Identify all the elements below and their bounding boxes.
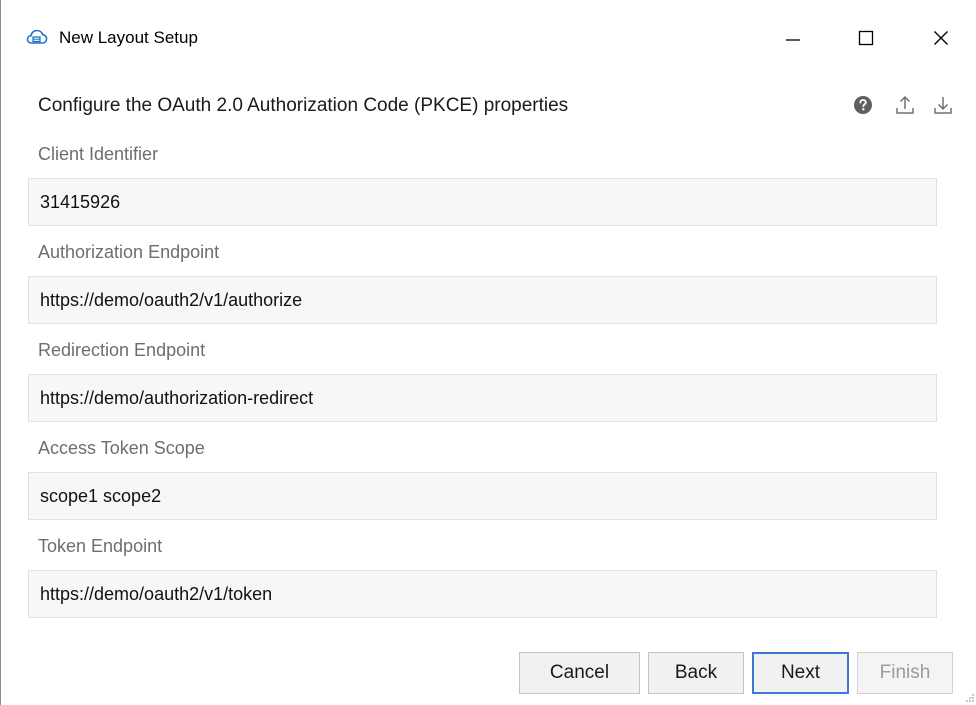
- help-button[interactable]: [852, 93, 874, 117]
- resize-grip-icon[interactable]: [963, 691, 975, 703]
- next-button[interactable]: Next: [752, 652, 849, 694]
- client-identifier-input[interactable]: [28, 178, 937, 226]
- maximize-icon: [858, 30, 874, 45]
- upload-icon: [896, 95, 914, 114]
- client-identifier-label: Client Identifier: [38, 144, 159, 164]
- help-icon: [854, 96, 872, 114]
- redirection-endpoint-label: Redirection Endpoint: [38, 340, 206, 360]
- page-heading: Configure the OAuth 2.0 Authorization Co…: [38, 95, 569, 116]
- cloud-app-icon: [26, 29, 48, 44]
- close-button[interactable]: [912, 0, 970, 75]
- access-token-scope-input[interactable]: [28, 472, 937, 520]
- cancel-button[interactable]: Cancel: [519, 652, 640, 694]
- access-token-scope-label: Access Token Scope: [38, 438, 205, 458]
- title-bar: New Layout Setup: [1, 0, 976, 75]
- minimize-icon: [786, 38, 800, 41]
- back-button[interactable]: Back: [648, 652, 744, 694]
- authorization-endpoint-label: Authorization Endpoint: [38, 242, 220, 262]
- redirection-endpoint-input[interactable]: [28, 374, 937, 422]
- maximize-button[interactable]: [837, 0, 895, 75]
- download-button[interactable]: [932, 93, 954, 117]
- authorization-endpoint-input[interactable]: [28, 276, 937, 324]
- token-endpoint-label: Token Endpoint: [38, 536, 163, 556]
- minimize-button[interactable]: [764, 0, 822, 75]
- upload-button[interactable]: [894, 93, 916, 117]
- download-icon: [934, 97, 952, 114]
- token-endpoint-input[interactable]: [28, 570, 937, 618]
- new-layout-setup-dialog: New Layout Setup Configure the OAuth 2.0…: [0, 0, 976, 705]
- close-icon: [934, 30, 948, 45]
- finish-button[interactable]: Finish: [857, 652, 953, 694]
- window-title: New Layout Setup: [59, 28, 198, 47]
